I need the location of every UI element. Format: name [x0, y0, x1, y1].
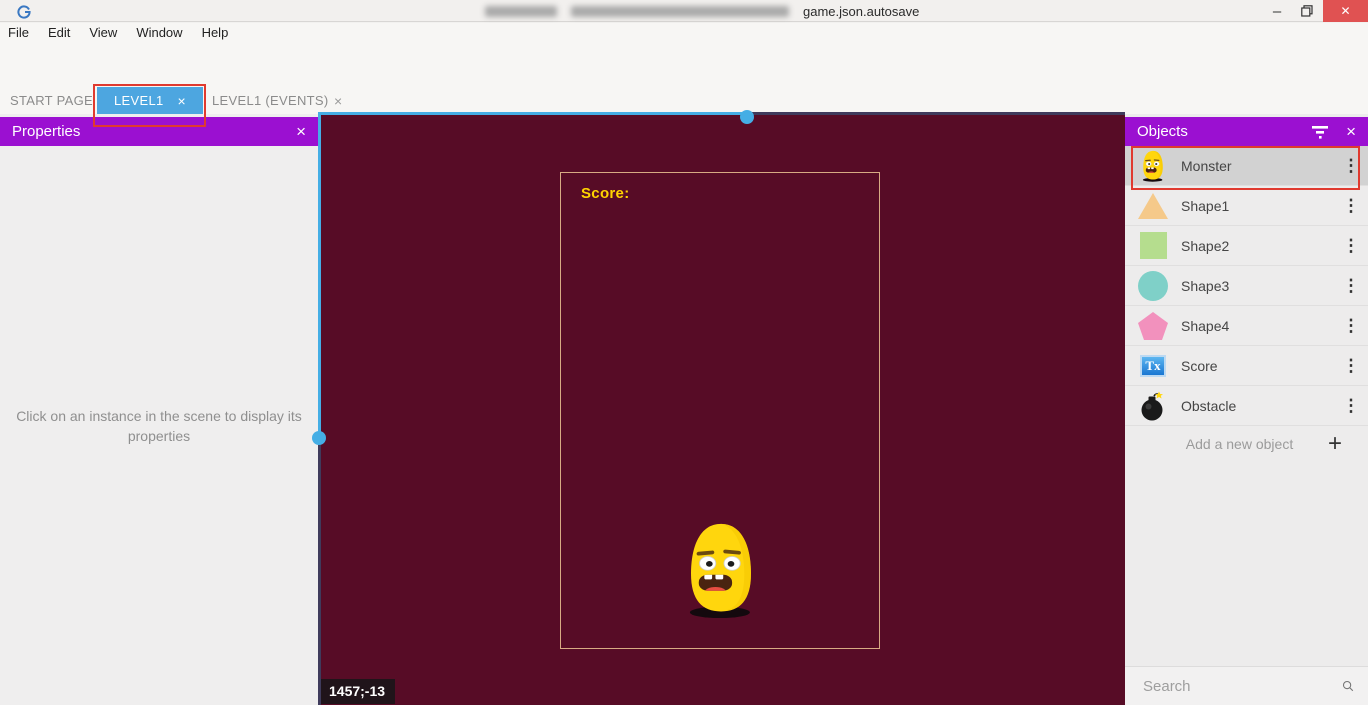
objects-panel-header: Objects × [1125, 117, 1368, 146]
menu-bar: File Edit View Window Help [0, 23, 1368, 42]
title-bar: game.json.autosave – ✕ [0, 0, 1368, 22]
properties-panel-title: Properties [12, 123, 296, 140]
canvas-horizontal-scroll-handle[interactable] [740, 110, 754, 124]
square-thumbnail-icon [1125, 232, 1181, 259]
score-text-object[interactable]: Score: [581, 185, 630, 202]
object-label: Shape3 [1181, 278, 1334, 294]
minimize-button[interactable]: – [1262, 0, 1292, 22]
object-row-shape4[interactable]: Shape4 ⋮ [1125, 306, 1368, 346]
circle-thumbnail-icon [1125, 271, 1181, 301]
window-title: game.json.autosave [485, 4, 919, 18]
window-title-text: game.json.autosave [803, 4, 919, 19]
tab-level1-close-icon[interactable]: × [178, 93, 186, 109]
redacted-path-segment [571, 6, 789, 17]
object-label: Shape2 [1181, 238, 1334, 254]
kebab-menu-icon[interactable]: ⋮ [1334, 236, 1368, 256]
add-new-object-row[interactable]: Add a new object + [1125, 426, 1368, 462]
objects-close-icon[interactable]: × [1346, 122, 1356, 142]
canvas-horizontal-scrollbar[interactable] [318, 112, 747, 115]
properties-panel-header: Properties × [0, 117, 318, 146]
scene-canvas[interactable]: Score: 1457;-13 [318, 114, 1125, 705]
kebab-menu-icon[interactable]: ⋮ [1334, 316, 1368, 336]
monster-instance[interactable] [681, 521, 761, 619]
objects-search-row [1125, 666, 1368, 705]
menu-view[interactable]: View [89, 25, 117, 40]
objects-panel-title: Objects [1137, 123, 1310, 140]
close-button[interactable]: ✕ [1323, 0, 1368, 22]
object-label: Monster [1181, 158, 1334, 174]
menu-help[interactable]: Help [202, 25, 229, 40]
kebab-menu-icon[interactable]: ⋮ [1334, 356, 1368, 376]
object-row-obstacle[interactable]: Obstacle ⋮ [1125, 386, 1368, 426]
properties-close-icon[interactable]: × [296, 122, 306, 142]
canvas-vertical-scroll-handle[interactable] [312, 431, 326, 445]
restore-icon [1301, 5, 1313, 17]
toolbar: 1:1 [0, 42, 1368, 87]
pentagon-thumbnail-icon [1125, 311, 1181, 341]
object-row-shape1[interactable]: Shape1 ⋮ [1125, 186, 1368, 226]
canvas-horizontal-scrollbar-track[interactable] [747, 112, 1125, 115]
menu-edit[interactable]: Edit [48, 25, 70, 40]
menu-file[interactable]: File [8, 25, 29, 40]
object-label: Score [1181, 358, 1334, 374]
bomb-thumbnail-icon [1125, 391, 1181, 421]
properties-empty-message: Click on an instance in the scene to dis… [9, 406, 309, 446]
canvas-vertical-scrollbar-track[interactable] [318, 438, 321, 705]
kebab-menu-icon[interactable]: ⋮ [1334, 196, 1368, 216]
monster-thumbnail-icon [1125, 150, 1181, 182]
object-row-shape2[interactable]: Shape2 ⋮ [1125, 226, 1368, 266]
filter-icon[interactable] [1310, 125, 1330, 139]
triangle-thumbnail-icon [1125, 192, 1181, 220]
object-label: Shape1 [1181, 198, 1334, 214]
object-row-monster[interactable]: Monster ⋮ [1125, 146, 1368, 186]
objects-search-input[interactable] [1143, 678, 1342, 695]
canvas-vertical-scrollbar[interactable] [318, 114, 321, 438]
add-new-object-label: Add a new object [1125, 436, 1328, 452]
tab-level1-events-close-icon[interactable]: × [334, 87, 342, 114]
object-row-shape3[interactable]: Shape3 ⋮ [1125, 266, 1368, 306]
search-icon [1342, 676, 1354, 696]
redacted-title-segment [485, 6, 557, 17]
kebab-menu-icon[interactable]: ⋮ [1334, 156, 1368, 176]
kebab-menu-icon[interactable]: ⋮ [1334, 396, 1368, 416]
restore-button[interactable] [1292, 0, 1322, 22]
objects-panel-spacer [1125, 462, 1368, 666]
tab-level1-events[interactable]: LEVEL1 (EVENTS) [212, 87, 329, 114]
menu-window[interactable]: Window [136, 25, 182, 40]
object-row-score[interactable]: Tx Score ⋮ [1125, 346, 1368, 386]
gdevelop-window: game.json.autosave – ✕ File Edit View Wi… [0, 0, 1368, 705]
properties-panel: Properties × Click on an instance in the… [0, 114, 318, 705]
plus-icon[interactable]: + [1328, 430, 1368, 458]
text-object-thumbnail-icon: Tx [1125, 355, 1181, 377]
gdevelop-logo-icon [16, 3, 32, 19]
tab-level1-label: LEVEL1 [114, 93, 164, 108]
kebab-menu-icon[interactable]: ⋮ [1334, 276, 1368, 296]
tab-bar: START PAGE LEVEL1 × LEVEL1 (EVENTS) × [0, 87, 1368, 114]
tab-start-page[interactable]: START PAGE [10, 87, 93, 114]
cursor-coordinates: 1457;-13 [321, 679, 395, 704]
object-label: Obstacle [1181, 398, 1334, 414]
object-label: Shape4 [1181, 318, 1334, 334]
objects-panel: Objects × Monster ⋮ Shape1 ⋮ Shape2 [1125, 114, 1368, 705]
tab-level1[interactable]: LEVEL1 × [97, 87, 203, 114]
